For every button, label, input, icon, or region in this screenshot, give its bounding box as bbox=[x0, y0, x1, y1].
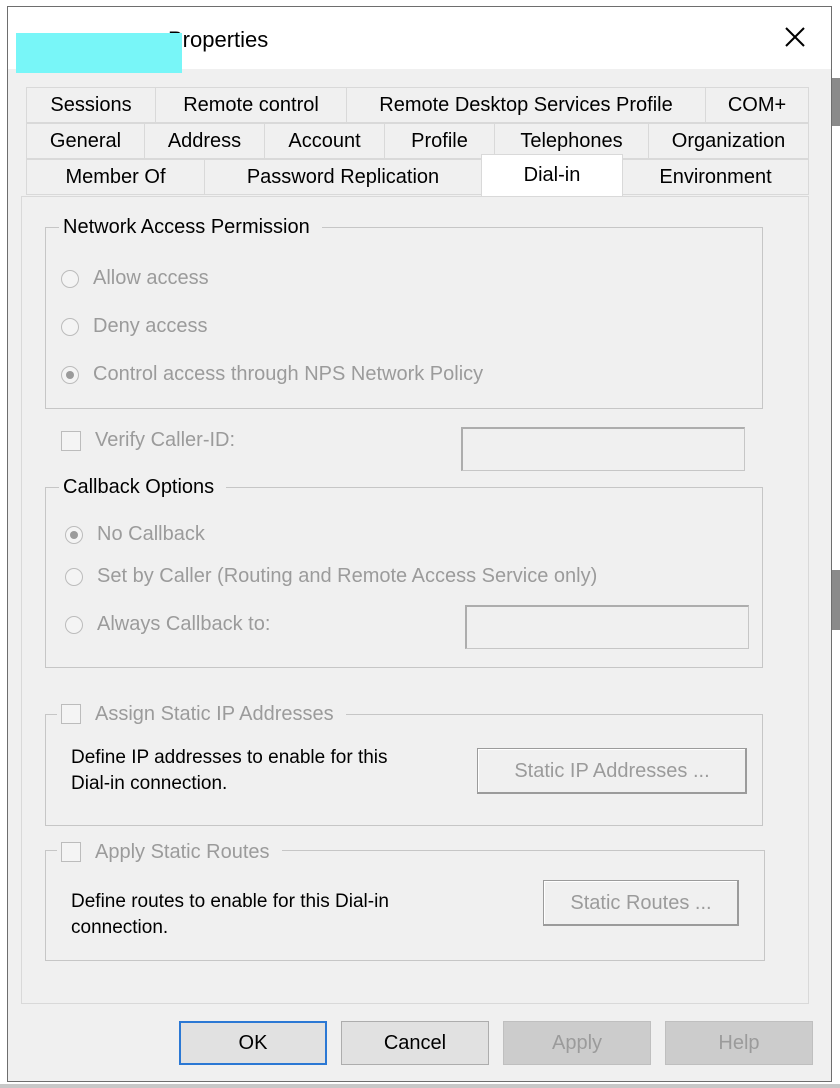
network-access-legend: Network Access Permission bbox=[59, 215, 322, 239]
close-icon bbox=[785, 27, 805, 47]
radio-checked-icon bbox=[61, 365, 79, 384]
background-window-edge bbox=[0, 1084, 840, 1088]
checkbox-icon bbox=[61, 430, 81, 451]
radio-icon bbox=[61, 317, 79, 336]
apply-static-routes-checkbox[interactable]: Apply Static Routes bbox=[57, 840, 282, 864]
static-ip-description: Define IP addresses to enable for this D… bbox=[71, 747, 388, 794]
static-ip-addresses-button[interactable]: Static IP Addresses ... bbox=[477, 748, 747, 794]
radio-checked-icon bbox=[65, 525, 83, 544]
checkbox-icon bbox=[61, 842, 81, 862]
always-callback-radio[interactable]: Always Callback to: bbox=[65, 613, 270, 636]
radio-icon bbox=[65, 615, 83, 634]
tab-dial-in[interactable]: Dial-in bbox=[481, 154, 623, 196]
set-by-caller-radio[interactable]: Set by Caller (Routing and Remote Access… bbox=[65, 565, 597, 588]
cancel-button[interactable]: Cancel bbox=[341, 1021, 489, 1065]
tab-profile[interactable]: Profile bbox=[384, 123, 495, 159]
tab-sessions[interactable]: Sessions bbox=[26, 87, 156, 123]
checkbox-icon bbox=[61, 704, 81, 724]
help-button[interactable]: Help bbox=[665, 1021, 813, 1065]
radio-icon bbox=[61, 269, 79, 288]
title-bar: Properties bbox=[8, 7, 831, 73]
window-title: Properties bbox=[168, 27, 269, 52]
no-callback-radio[interactable]: No Callback bbox=[65, 523, 205, 546]
redacted-name bbox=[16, 33, 182, 73]
tab-address[interactable]: Address bbox=[144, 123, 265, 159]
properties-dialog: Properties Sessions Remote control Remot… bbox=[7, 6, 832, 1082]
static-routes-button[interactable]: Static Routes ... bbox=[543, 880, 739, 926]
tab-account[interactable]: Account bbox=[264, 123, 385, 159]
radio-icon bbox=[65, 567, 83, 586]
assign-static-ip-checkbox[interactable]: Assign Static IP Addresses bbox=[57, 702, 346, 726]
allow-access-radio[interactable]: Allow access bbox=[61, 267, 209, 290]
tab-environment[interactable]: Environment bbox=[622, 159, 809, 195]
callback-legend: Callback Options bbox=[59, 475, 227, 499]
tab-password-replication[interactable]: Password Replication bbox=[204, 159, 482, 195]
tab-com-plus[interactable]: COM+ bbox=[705, 87, 809, 123]
close-button[interactable] bbox=[767, 15, 823, 59]
deny-access-radio[interactable]: Deny access bbox=[61, 315, 208, 338]
tab-organization[interactable]: Organization bbox=[648, 123, 809, 159]
apply-button[interactable]: Apply bbox=[503, 1021, 651, 1065]
tab-remote-control[interactable]: Remote control bbox=[155, 87, 347, 123]
callback-number-field[interactable] bbox=[465, 605, 749, 649]
tab-general[interactable]: General bbox=[26, 123, 145, 159]
nps-policy-radio[interactable]: Control access through NPS Network Polic… bbox=[61, 363, 483, 386]
tab-remote-desktop-services-profile[interactable]: Remote Desktop Services Profile bbox=[346, 87, 706, 123]
verify-caller-id-checkbox[interactable]: Verify Caller-ID: bbox=[61, 429, 235, 452]
caller-id-field[interactable] bbox=[461, 427, 745, 471]
ok-button[interactable]: OK bbox=[179, 1021, 327, 1065]
static-routes-description: Define routes to enable for this Dial-in… bbox=[71, 891, 389, 938]
tab-member-of[interactable]: Member Of bbox=[26, 159, 205, 195]
